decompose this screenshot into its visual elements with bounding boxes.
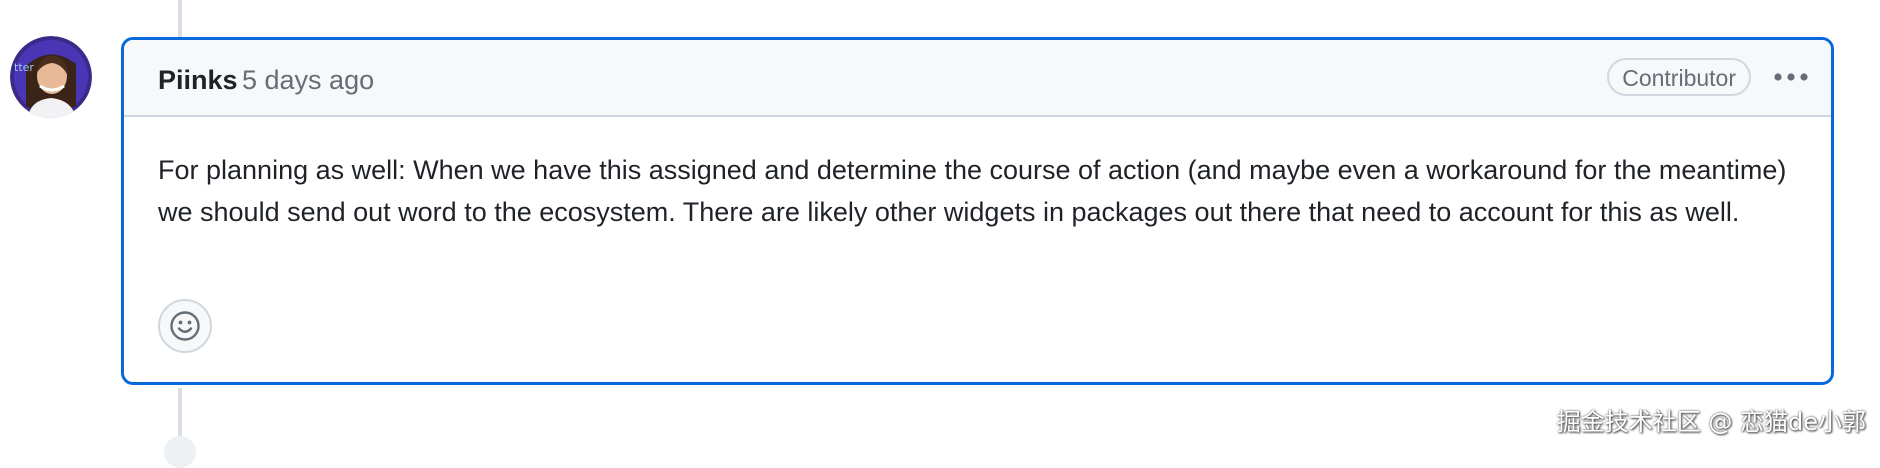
comment-author[interactable]: Piinks	[158, 65, 238, 96]
svg-text:tter: tter	[14, 61, 34, 74]
timeline-node	[164, 436, 196, 468]
more-options-button[interactable]	[1771, 59, 1811, 95]
comment-timestamp[interactable]: 5 days ago	[242, 65, 374, 96]
timeline-connector-top	[178, 0, 182, 38]
avatar[interactable]: tter	[10, 36, 92, 118]
smiley-icon	[170, 311, 200, 341]
watermark: 掘金技术社区 @ 恋猫de小郭	[1556, 408, 1866, 436]
comment-body: For planning as well: When we have this …	[158, 155, 1787, 227]
comment-header: Piinks 5 days ago Contributor	[124, 40, 1831, 117]
user-avatar-image: tter	[10, 36, 92, 118]
kebab-horizontal-icon	[1774, 73, 1808, 81]
add-reaction-button[interactable]	[158, 299, 212, 353]
comment-card: Piinks 5 days ago Contributor For planni…	[121, 37, 1834, 385]
role-badge: Contributor	[1607, 58, 1751, 96]
comment-header-actions: Contributor	[1607, 58, 1811, 96]
